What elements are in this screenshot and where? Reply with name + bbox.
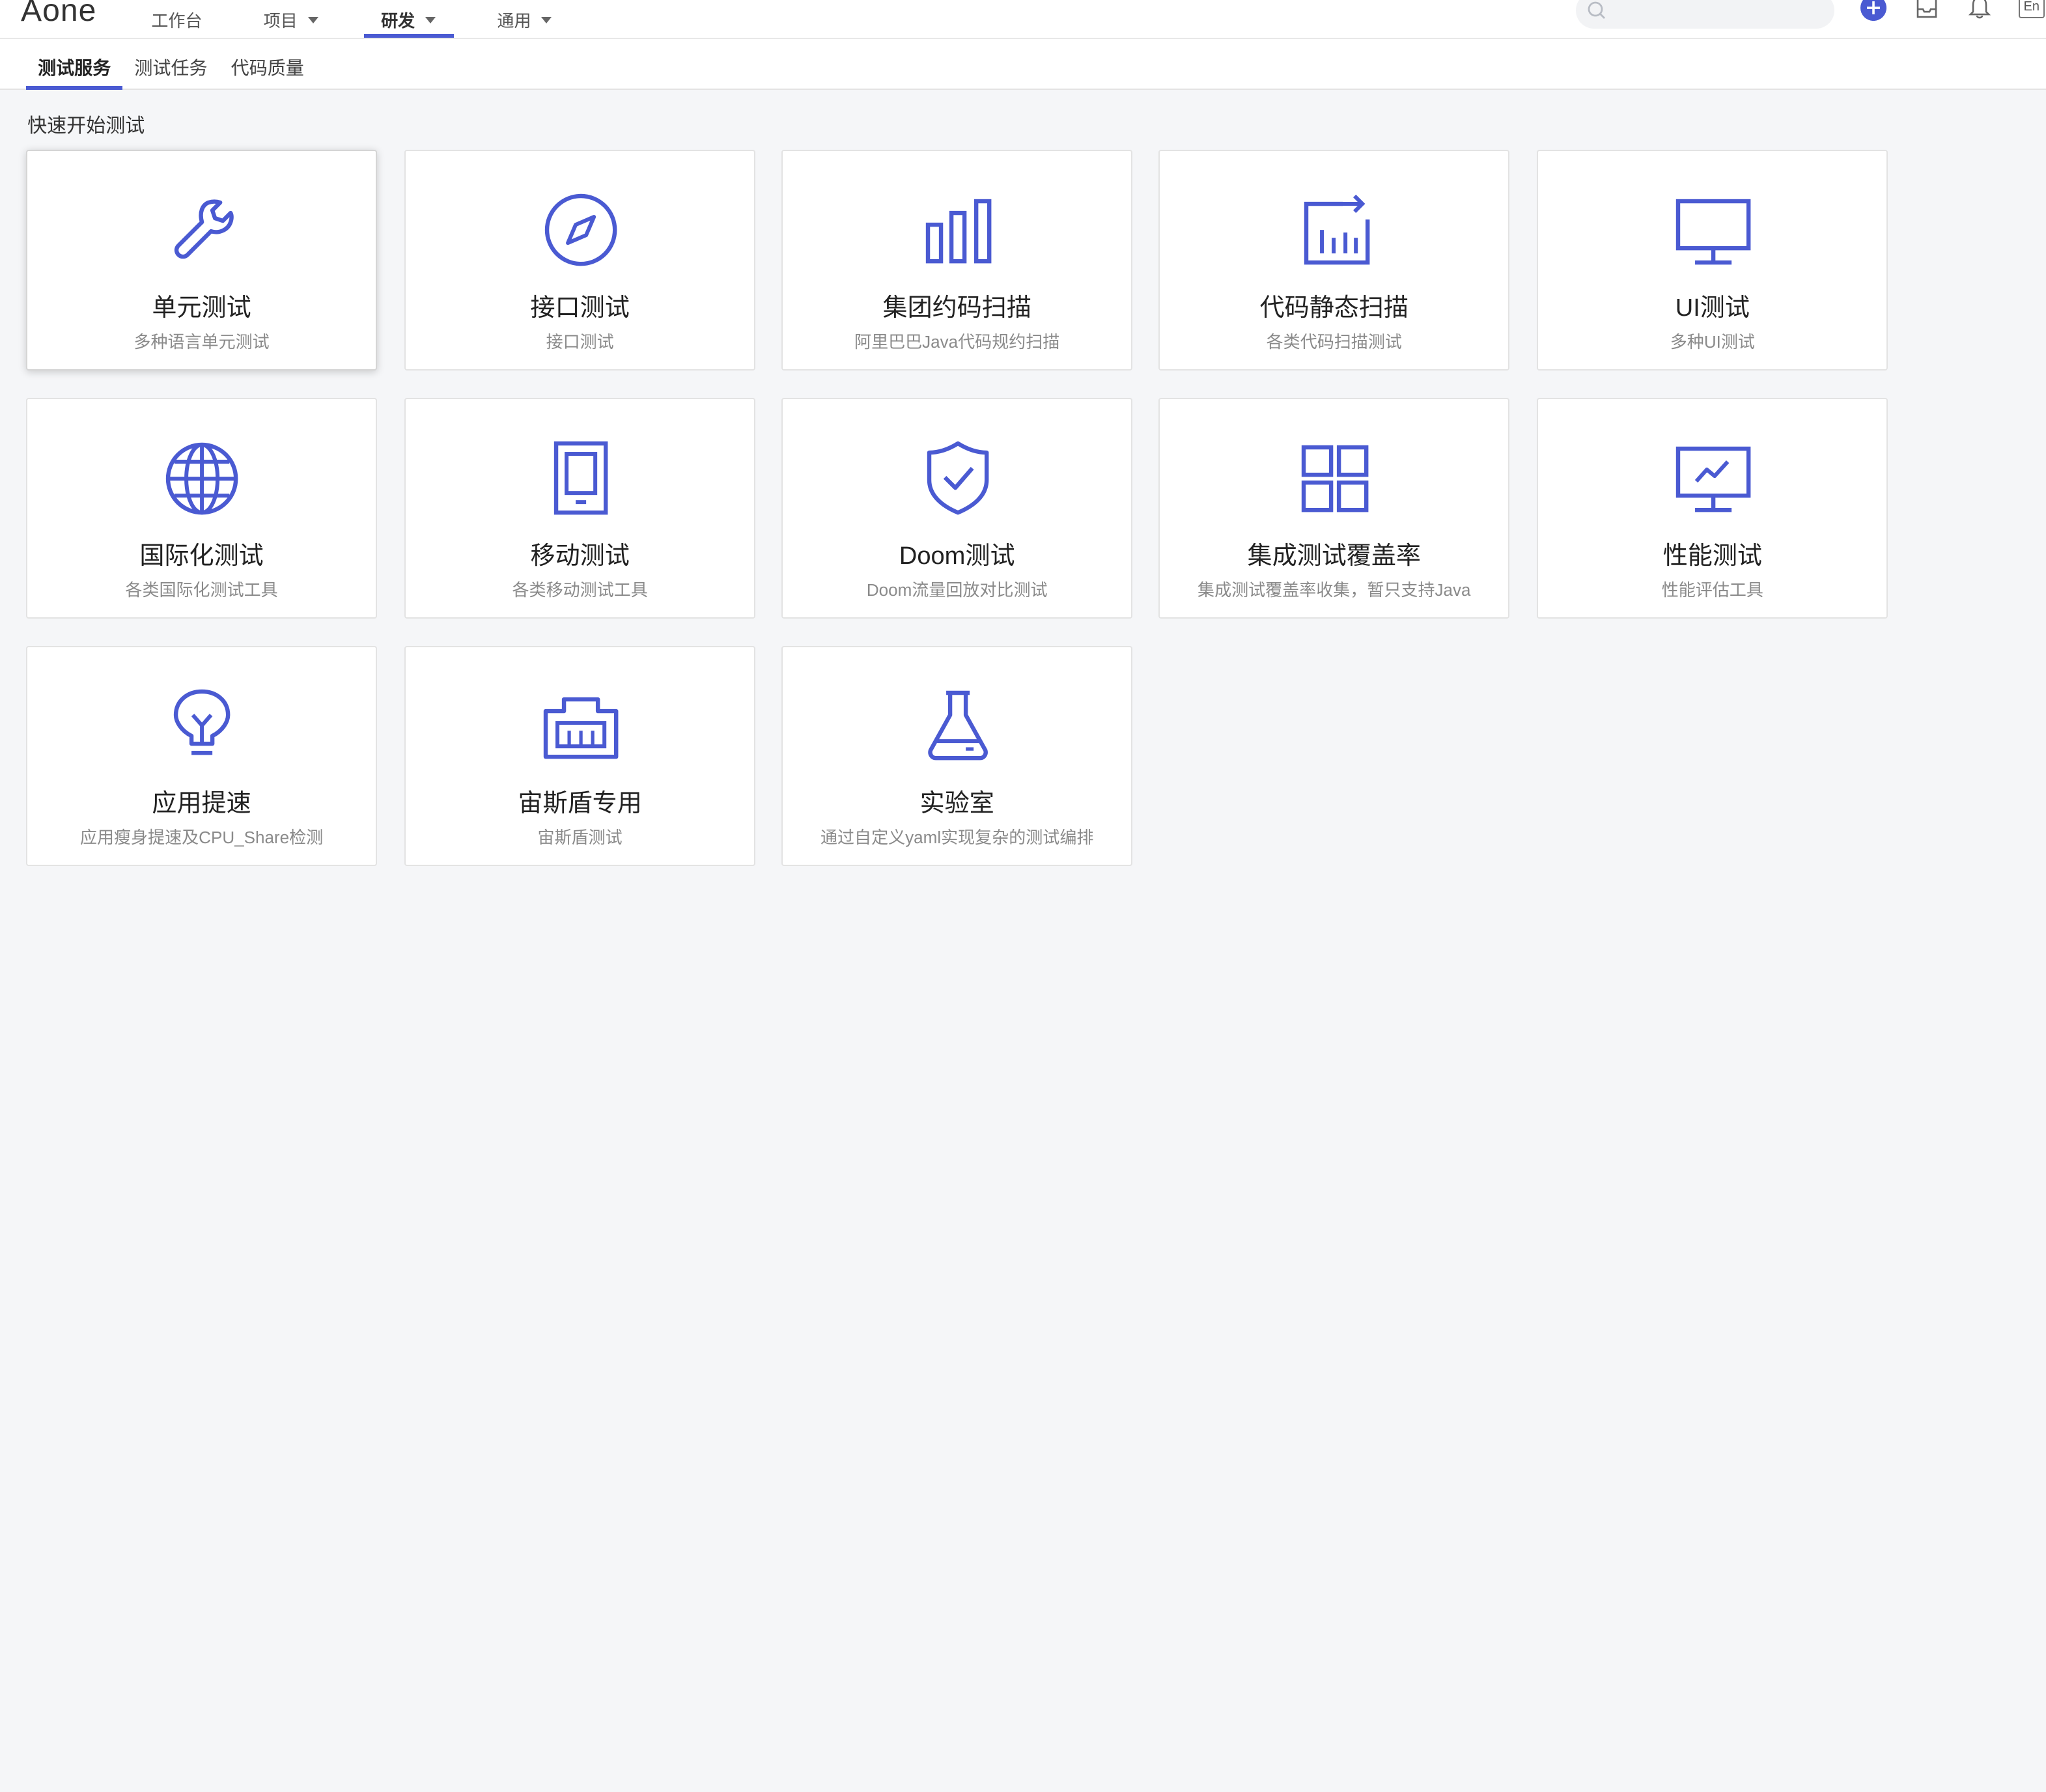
card-mobile-test[interactable]: 移动测试 各类移动测试工具 [404, 398, 756, 619]
nav-project[interactable]: 项目 [264, 0, 318, 39]
card-description: 性能评估工具 [1661, 580, 1763, 600]
card-description: 应用瘦身提速及CPU_Share检测 [79, 828, 324, 848]
card-description: 阿里巴巴Java代码规约扫描 [854, 331, 1060, 352]
card-unit-test[interactable]: 单元测试 多种语言单元测试 [26, 150, 378, 371]
tablet-icon [554, 441, 608, 515]
tab-code-quality[interactable]: 代码质量 [231, 53, 304, 80]
card-title: UI测试 [1675, 294, 1750, 322]
bell-icon[interactable] [1967, 0, 1993, 21]
subtab-active-indicator [26, 86, 123, 91]
globe-icon [166, 443, 238, 515]
lightbulb-icon [174, 689, 231, 755]
nav-rd[interactable]: 研发 [381, 0, 436, 39]
tab-test-tasks[interactable]: 测试任务 [134, 53, 207, 80]
card-description: 接口测试 [546, 331, 614, 352]
card-integration-coverage[interactable]: 集成测试覆盖率 集成测试覆盖率收集，暂只支持Java [1158, 398, 1510, 619]
card-api-test[interactable]: 接口测试 接口测试 [404, 150, 756, 371]
card-ui-test[interactable]: UI测试 多种UI测试 [1537, 150, 1888, 371]
card-doom-test[interactable]: Doom测试 Doom流量回放对比测试 [781, 398, 1133, 619]
add-icon[interactable] [1860, 0, 1887, 21]
compass-icon [544, 193, 617, 266]
card-laboratory[interactable]: 实验室 通过自定义yaml实现复杂的测试编排 [781, 645, 1133, 867]
chart-export-icon [1304, 194, 1370, 264]
app-logo[interactable]: Aone [21, 0, 96, 29]
card-description: 各类移动测试工具 [512, 580, 648, 600]
card-description: 各类国际化测试工具 [125, 580, 278, 600]
card-title: 国际化测试 [139, 542, 264, 570]
card-description: 多种语言单元测试 [133, 331, 270, 352]
shield-check-icon [927, 441, 988, 515]
card-title: 移动测试 [530, 542, 630, 570]
card-title: 性能测试 [1662, 542, 1762, 570]
card-static-code-scan[interactable]: 代码静态扫描 各类代码扫描测试 [1158, 150, 1510, 371]
search-icon [1588, 1, 1606, 20]
card-title: 宙斯盾专用 [518, 790, 642, 818]
top-navigation-bar: Aone 工作台 项目 研发 通用 En [0, 0, 2046, 40]
card-description: 集成测试覆盖率收集，暂只支持Java [1198, 580, 1471, 600]
card-group-convention-scan[interactable]: 集团约码扫描 阿里巴巴Java代码规约扫描 [781, 150, 1133, 371]
card-description: 宙斯盾测试 [537, 828, 623, 848]
grid-icon [1301, 445, 1369, 512]
search-input[interactable] [1576, 0, 1835, 29]
card-title: 集成测试覆盖率 [1247, 542, 1421, 570]
flask-icon [927, 690, 988, 761]
nav-general[interactable]: 通用 [497, 0, 552, 39]
chevron-down-icon [307, 17, 318, 24]
card-title: 应用提速 [152, 790, 251, 818]
card-title: Doom测试 [899, 542, 1015, 570]
bar-chart-icon [925, 199, 991, 263]
sub-tab-bar: 测试服务 测试任务 代码质量 [0, 39, 2046, 91]
wrench-icon [175, 199, 234, 259]
card-title: 集团约码扫描 [882, 294, 1031, 322]
nav-active-indicator [364, 34, 455, 38]
inbox-icon[interactable] [1914, 0, 1940, 21]
language-icon[interactable]: En [2018, 0, 2045, 19]
card-title: 代码静态扫描 [1259, 294, 1408, 322]
section-title: 快速开始测试 [27, 115, 145, 137]
card-description: 通过自定义yaml实现复杂的测试编排 [820, 828, 1094, 848]
card-description: Doom流量回放对比测试 [866, 580, 1048, 600]
card-title: 单元测试 [152, 294, 251, 322]
monitor-icon [1675, 199, 1751, 264]
tab-test-services[interactable]: 测试服务 [38, 53, 111, 80]
card-i18n-test[interactable]: 国际化测试 各类国际化测试工具 [26, 398, 378, 619]
card-title: 实验室 [919, 790, 994, 818]
card-performance-test[interactable]: 性能测试 性能评估工具 [1537, 398, 1888, 619]
chevron-down-icon [425, 17, 436, 24]
card-description: 多种UI测试 [1670, 331, 1755, 352]
ethernet-icon [543, 697, 618, 759]
card-app-speedup[interactable]: 应用提速 应用瘦身提速及CPU_Share检测 [26, 645, 378, 867]
monitor-chart-icon [1675, 447, 1751, 512]
card-aegis-dedicated[interactable]: 宙斯盾专用 宙斯盾测试 [404, 645, 756, 867]
card-title: 接口测试 [530, 294, 630, 322]
chevron-down-icon [541, 17, 552, 24]
nav-workbench[interactable]: 工作台 [151, 0, 202, 39]
card-description: 各类代码扫描测试 [1266, 331, 1402, 352]
